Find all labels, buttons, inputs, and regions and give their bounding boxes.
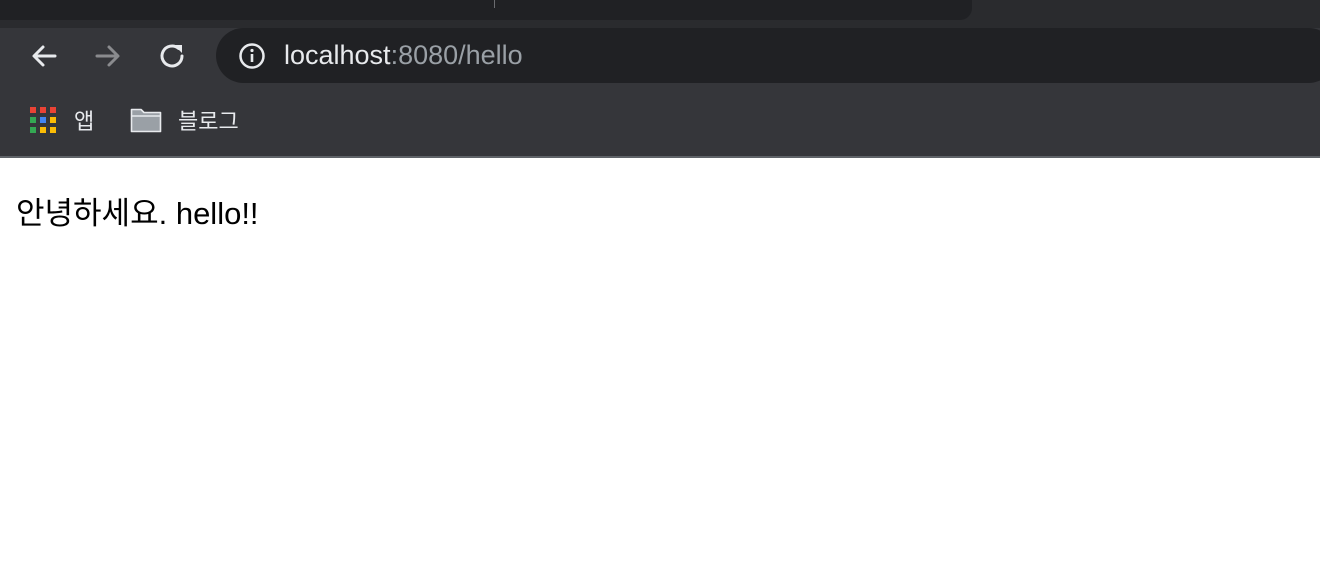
tab-strip xyxy=(0,0,1320,28)
url-host: localhost xyxy=(284,40,391,70)
bookmark-folder-blog[interactable]: 블로그 xyxy=(130,104,239,136)
forward-button[interactable] xyxy=(88,36,128,76)
bookmarks-bar: 앱 블로그 xyxy=(0,84,1320,156)
apps-grid-icon xyxy=(30,107,56,133)
bookmark-apps-label: 앱 xyxy=(74,109,95,134)
arrow-left-icon xyxy=(32,45,57,67)
page-content: 안녕하세요. hello!! xyxy=(0,158,1320,582)
bookmark-blog-label: 블로그 xyxy=(178,109,239,134)
tab-divider xyxy=(494,0,495,8)
arrow-right-icon xyxy=(95,45,120,67)
reload-button[interactable] xyxy=(152,36,192,76)
back-button[interactable] xyxy=(24,36,64,76)
folder-icon xyxy=(130,108,162,133)
active-tab[interactable] xyxy=(0,0,972,20)
url-path: :8080/hello xyxy=(390,40,523,70)
bookmark-apps[interactable]: 앱 xyxy=(30,104,94,136)
reload-icon xyxy=(160,44,184,68)
browser-chrome: localhost:8080/hello 앱 블로그 xyxy=(0,0,1320,158)
url-text: localhost:8080/hello xyxy=(284,28,523,83)
page-greeting-text: 안녕하세요. hello!! xyxy=(16,196,259,231)
address-bar[interactable]: localhost:8080/hello xyxy=(216,28,1320,83)
browser-toolbar: localhost:8080/hello xyxy=(0,28,1320,84)
info-icon[interactable] xyxy=(238,42,266,70)
